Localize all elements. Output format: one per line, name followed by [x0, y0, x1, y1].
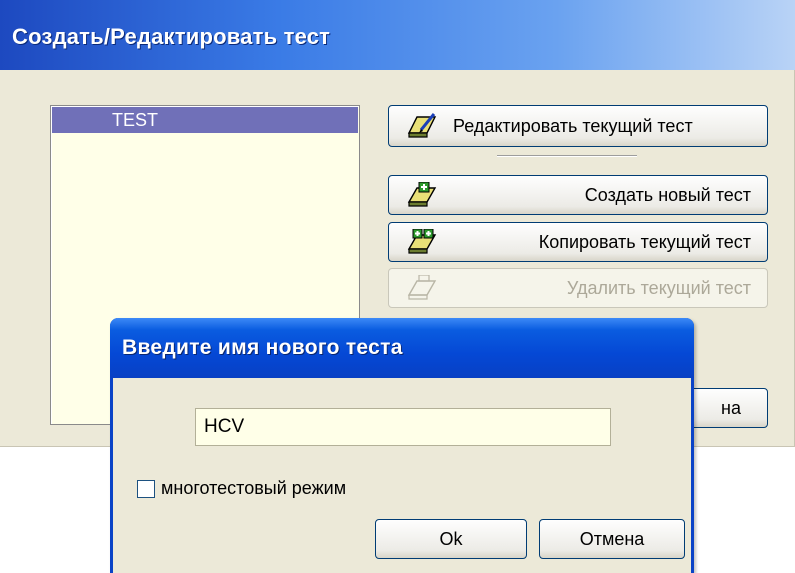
- test-name-input[interactable]: [195, 408, 611, 446]
- cancel-button-label: Отмена: [579, 528, 645, 549]
- test-list-item-selected[interactable]: TEST: [52, 107, 358, 133]
- edit-test-label: Редактировать текущий тест: [453, 115, 693, 136]
- ok-button[interactable]: Ok: [375, 519, 527, 559]
- dialog-title: Введите имя нового теста: [122, 336, 403, 359]
- main-titlebar[interactable]: Создать/Редактировать тест: [0, 0, 795, 70]
- copy-document-icon: [407, 229, 437, 254]
- separator: [497, 155, 637, 157]
- copy-test-button[interactable]: Копировать текущий тест: [388, 222, 768, 262]
- copy-test-label: Копировать текущий тест: [538, 231, 751, 252]
- create-test-button[interactable]: Создать новый тест: [388, 175, 768, 215]
- dialog-titlebar[interactable]: Введите имя нового теста: [110, 318, 694, 378]
- close-button-label: на: [721, 397, 741, 418]
- multi-test-checkbox-label: многотестовый режим: [161, 478, 347, 498]
- cancel-button[interactable]: Отмена: [539, 519, 685, 559]
- main-window-title: Создать/Редактировать тест: [12, 24, 331, 49]
- multi-test-checkbox[interactable]: [137, 480, 155, 498]
- delete-test-label: Удалить текущий тест: [566, 277, 751, 298]
- delete-test-button[interactable]: Удалить текущий тест: [388, 268, 768, 308]
- create-test-label: Создать новый тест: [584, 184, 751, 205]
- ok-button-label: Ok: [439, 528, 463, 549]
- new-test-dialog: Введите имя нового теста многотестовый р…: [110, 318, 694, 573]
- edit-test-button[interactable]: Редактировать текущий тест: [388, 105, 768, 147]
- delete-document-icon: [407, 275, 437, 300]
- edit-document-icon: [407, 113, 437, 138]
- new-document-icon: [407, 182, 437, 207]
